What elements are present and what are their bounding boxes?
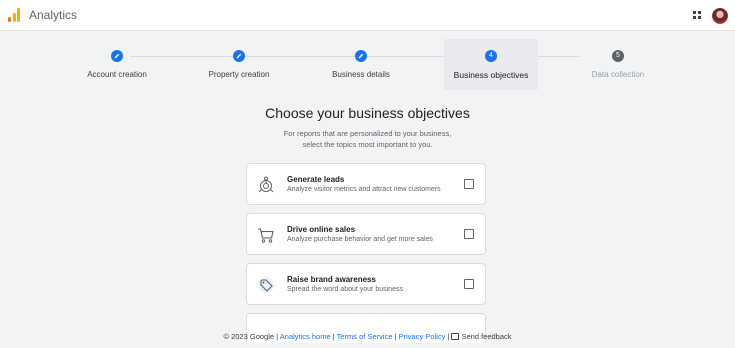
send-feedback-label: Send feedback: [461, 332, 512, 341]
subtitle-line: For reports that are personalized to you…: [283, 129, 452, 138]
footer: © 2023 Google | Analytics home | Terms o…: [0, 332, 735, 341]
raise-brand-awareness-checkbox[interactable]: [464, 279, 474, 289]
step-label: Property creation: [208, 70, 270, 79]
step-data-collection: 5 Data collection: [571, 39, 665, 90]
privacy-policy-link[interactable]: Privacy Policy: [399, 332, 446, 341]
step-account-creation[interactable]: Account creation: [70, 39, 164, 90]
step-number-badge: 5: [612, 50, 624, 62]
objective-description: Analyze visitor metrics and attract new …: [287, 186, 441, 193]
objective-title: Raise brand awareness: [287, 275, 376, 284]
analytics-home-link[interactable]: Analytics home: [280, 332, 331, 341]
step-business-details[interactable]: Business details: [314, 39, 408, 90]
objective-card-generate-leads[interactable]: Generate leads Analyze visitor metrics a…: [246, 163, 486, 205]
step-label: Account creation: [87, 70, 147, 79]
objective-title: Drive online sales: [287, 225, 356, 234]
copyright-text: © 2023 Google: [223, 332, 275, 341]
footer-separator: |: [276, 332, 279, 341]
page-title: Choose your business objectives: [265, 105, 470, 121]
objective-title: Generate leads: [287, 175, 345, 184]
objective-card-raise-brand-awareness[interactable]: Raise brand awareness Spread the word ab…: [246, 263, 486, 305]
objective-description: Analyze purchase behavior and get more s…: [287, 236, 433, 243]
send-feedback-button[interactable]: Send feedback: [451, 332, 512, 341]
objective-description: Spread the word about your business: [287, 286, 403, 293]
step-label: Business details: [332, 70, 390, 79]
step-business-objectives[interactable]: 4 Business objectives: [444, 39, 538, 90]
generate-leads-checkbox[interactable]: [464, 179, 474, 189]
analytics-logo-icon[interactable]: [8, 8, 20, 22]
terms-of-service-link[interactable]: Terms of Service: [337, 332, 393, 341]
footer-separator: |: [447, 332, 450, 341]
target-leads-icon: [257, 176, 275, 194]
apps-grid-icon[interactable]: [693, 11, 702, 20]
price-tag-icon: [257, 276, 275, 294]
step-property-creation[interactable]: Property creation: [192, 39, 286, 90]
feedback-icon: [451, 333, 460, 340]
page-subtitle: For reports that are personalized to you…: [0, 128, 735, 150]
footer-separator: |: [394, 332, 397, 341]
subtitle-line: select the topics most important to you.: [302, 140, 433, 149]
top-app-bar: Analytics: [0, 0, 735, 31]
drive-online-sales-checkbox[interactable]: [464, 229, 474, 239]
objective-card-drive-online-sales[interactable]: Drive online sales Analyze purchase beha…: [246, 213, 486, 255]
edit-pencil-icon: [111, 50, 123, 62]
setup-stepper: Account creation Property creation Busin…: [0, 39, 735, 90]
user-avatar[interactable]: [712, 8, 728, 24]
footer-separator: |: [332, 332, 335, 341]
edit-pencil-icon: [355, 50, 367, 62]
edit-pencil-icon: [233, 50, 245, 62]
step-number-badge: 4: [485, 50, 497, 62]
app-title[interactable]: Analytics: [29, 8, 77, 22]
step-label: Business objectives: [453, 70, 529, 80]
step-label: Data collection: [591, 70, 645, 79]
shopping-cart-icon: [257, 226, 275, 244]
